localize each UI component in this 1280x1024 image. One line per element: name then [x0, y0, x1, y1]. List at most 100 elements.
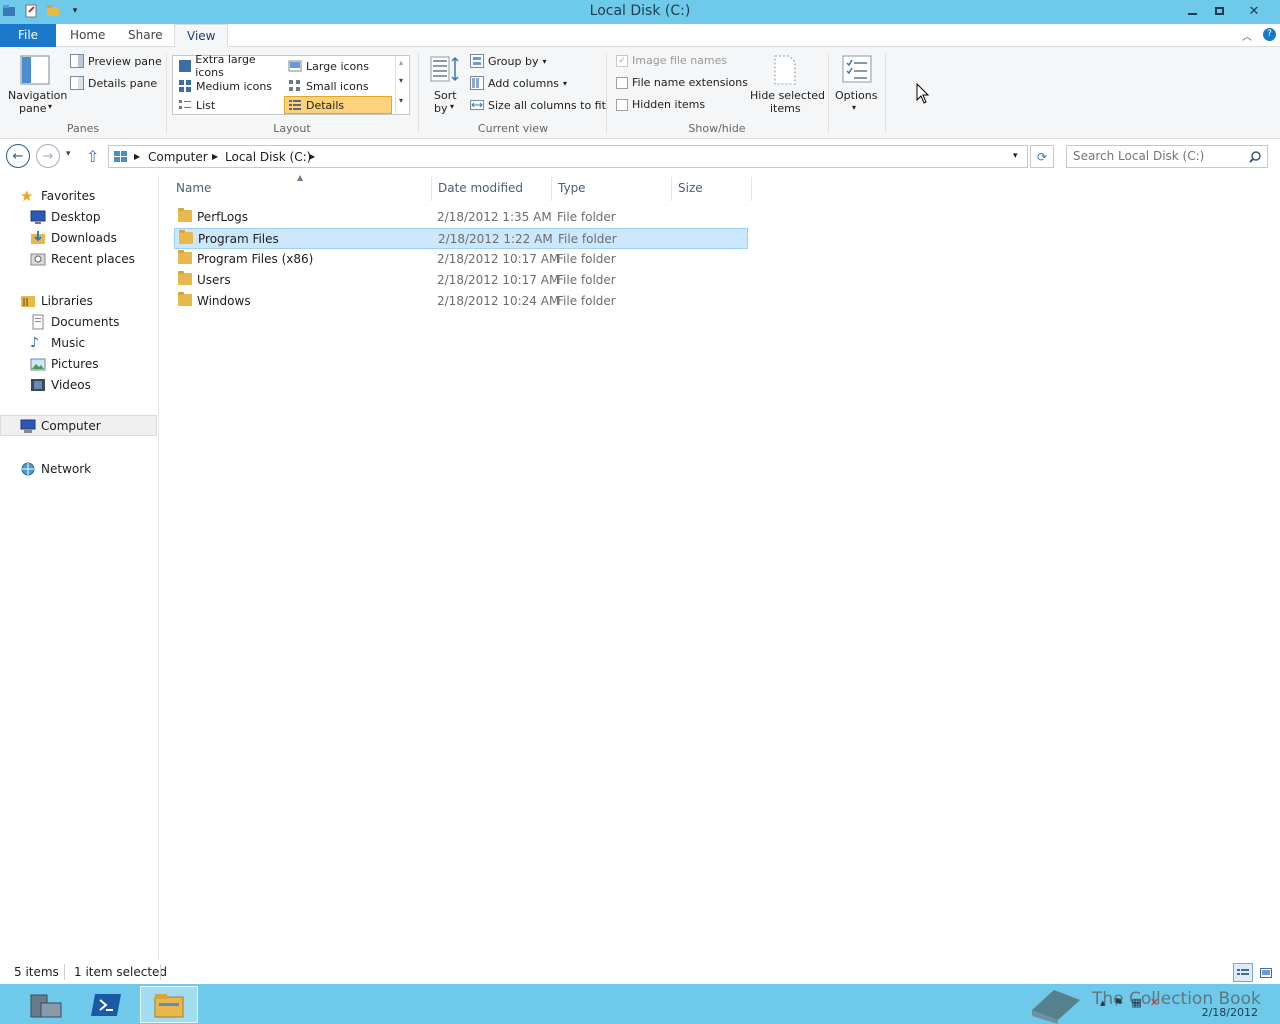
address-dropdown-chevron-icon[interactable]: ▾: [1013, 151, 1018, 161]
gallery-more-icon[interactable]: ▾: [399, 96, 403, 105]
minimize-ribbon-chevron-icon[interactable]: ︿: [1242, 28, 1252, 43]
details-pane-icon: [70, 76, 84, 90]
layout-gallery-scroll[interactable]: ▴ ▾ ▾: [395, 56, 409, 114]
image-file-names-checkbox: ✓ Image file names: [616, 54, 727, 67]
nav-item-libraries[interactable]: Libraries: [0, 290, 157, 311]
tab-share[interactable]: Share: [116, 24, 175, 47]
breadcrumb-computer[interactable]: Computer: [148, 150, 208, 164]
nav-item-recent-places[interactable]: Recent places: [0, 248, 157, 269]
refresh-icon: ⟳: [1036, 149, 1048, 164]
details-icon: [289, 100, 301, 110]
breadcrumb-chevron-icon[interactable]: ▶: [212, 152, 218, 161]
file-name: Windows: [197, 294, 251, 308]
close-button[interactable]: ✕: [1234, 0, 1274, 22]
search-box[interactable]: [1066, 145, 1268, 168]
scroll-up-icon[interactable]: ▴: [399, 58, 403, 67]
layout-extra-large-icons[interactable]: Extra large icons: [175, 53, 283, 79]
ribbon-tabs: File Home Share View ︿ ?: [0, 24, 1280, 47]
ribbon-separator: [166, 53, 167, 133]
recent-locations-chevron-icon[interactable]: ▾: [66, 149, 71, 159]
computer-icon: [20, 419, 36, 433]
tab-file[interactable]: File: [0, 24, 56, 47]
large-icons-view-button[interactable]: [1256, 963, 1276, 982]
ribbon-separator: [828, 53, 829, 133]
breadcrumb-chevron-icon[interactable]: ▶: [309, 152, 315, 161]
item-count: 5 items: [14, 965, 59, 979]
restore-button[interactable]: [1205, 0, 1233, 22]
status-divider: [160, 964, 161, 980]
scroll-down-icon[interactable]: ▾: [399, 76, 403, 85]
minimize-button[interactable]: [1178, 0, 1206, 22]
details-view-button[interactable]: [1233, 963, 1253, 982]
file-date: 2/18/2012 10:17 AM: [437, 273, 560, 287]
status-divider: [64, 964, 65, 980]
file-type: File folder: [557, 294, 616, 308]
file-name-extensions-check-icon: [616, 76, 628, 89]
file-name-extensions-checkbox[interactable]: File name extensions: [616, 76, 748, 89]
pictures-icon: [30, 358, 46, 370]
options-button[interactable]: Options ▾: [834, 53, 880, 117]
nav-item-music[interactable]: ♪ Music: [0, 332, 157, 353]
action-center-flag-icon[interactable]: ⚑: [1114, 996, 1124, 1009]
computer-location-icon: [114, 151, 127, 162]
up-arrow-icon[interactable]: ⇧: [86, 147, 99, 166]
search-input[interactable]: [1073, 149, 1243, 163]
help-icon[interactable]: ?: [1263, 28, 1276, 41]
options-chevron-icon: ▾: [852, 103, 857, 112]
address-bar[interactable]: ▶ Computer ▶ Local Disk (C:) ▶ ▾: [108, 145, 1028, 168]
tray-date[interactable]: 2/18/2012: [1202, 1006, 1258, 1019]
column-header-size[interactable]: Size: [672, 177, 752, 201]
tab-home[interactable]: Home: [58, 24, 117, 47]
file-name: Program Files: [198, 232, 279, 246]
powershell-taskbar-button[interactable]: [78, 986, 136, 1023]
sort-by-button[interactable]: Sort by ▾: [428, 53, 462, 117]
forward-button[interactable]: →: [36, 144, 60, 168]
file-row-users[interactable]: Users 2/18/2012 10:17 AM File folder: [174, 270, 748, 291]
layout-medium-icons[interactable]: Medium icons: [175, 77, 283, 95]
file-row-program-files-x86[interactable]: Program Files (x86) 2/18/2012 10:17 AM F…: [174, 249, 748, 270]
refresh-button[interactable]: ⟳: [1030, 145, 1054, 168]
network-tray-icon[interactable]: ▦: [1131, 996, 1141, 1009]
file-row-windows[interactable]: Windows 2/18/2012 10:24 AM File folder: [174, 291, 748, 312]
window-title: Local Disk (C:): [589, 3, 691, 19]
column-header-date-modified[interactable]: Date modified: [432, 177, 552, 201]
size-all-columns-button[interactable]: Size all columns to fit: [470, 98, 606, 112]
layout-details[interactable]: Details: [284, 96, 392, 114]
file-row-perflogs[interactable]: PerfLogs 2/18/2012 1:35 AM File folder: [174, 207, 748, 228]
nav-item-desktop[interactable]: Desktop: [0, 206, 157, 227]
details-pane-button[interactable]: Details pane: [70, 76, 157, 90]
nav-item-favorites[interactable]: ★ Favorites: [0, 185, 157, 206]
column-header-name[interactable]: Name: [170, 177, 432, 201]
nav-item-videos[interactable]: Videos: [0, 374, 157, 395]
file-row-program-files[interactable]: Program Files 2/18/2012 1:22 AM File fol…: [174, 228, 748, 249]
breadcrumb-local-disk[interactable]: Local Disk (C:): [225, 150, 311, 164]
small-icons-icon: [289, 80, 300, 91]
navigation-pane-button[interactable]: Navigation pane ▾: [8, 53, 67, 115]
back-button[interactable]: ←: [6, 144, 30, 168]
tab-view[interactable]: View: [174, 24, 229, 47]
search-icon: [1249, 151, 1261, 163]
breadcrumb-chevron-icon[interactable]: ▶: [134, 152, 140, 161]
hide-selected-items-icon: [774, 55, 796, 85]
nav-item-pictures[interactable]: Pictures: [0, 353, 157, 374]
group-by-button[interactable]: Group by ▾: [470, 54, 547, 68]
server-manager-taskbar-button[interactable]: [16, 986, 74, 1023]
volume-muted-icon[interactable]: ✕: [1150, 996, 1159, 1009]
hidden-items-checkbox[interactable]: Hidden items: [616, 98, 705, 111]
column-header-type[interactable]: Type: [552, 177, 672, 201]
hide-selected-items-button[interactable]: Hide selected items: [748, 53, 825, 117]
file-explorer-taskbar-button[interactable]: [140, 986, 198, 1023]
show-hidden-icons-icon[interactable]: ▴: [1100, 996, 1106, 1009]
selection-count: 1 item selected: [74, 965, 168, 979]
layout-list[interactable]: List: [175, 96, 283, 114]
nav-item-downloads[interactable]: Downloads: [0, 227, 157, 248]
nav-item-computer[interactable]: Computer: [0, 415, 157, 436]
file-date: 2/18/2012 1:35 AM: [437, 210, 552, 224]
preview-pane-button[interactable]: Preview pane: [70, 54, 162, 68]
nav-item-documents[interactable]: Documents: [0, 311, 157, 332]
add-columns-button[interactable]: Add columns ▾: [470, 76, 567, 90]
layout-large-icons[interactable]: Large icons: [285, 57, 391, 75]
large-icons-view-icon: [1260, 967, 1272, 978]
layout-small-icons[interactable]: Small icons: [285, 77, 391, 95]
nav-item-network[interactable]: Network: [0, 458, 157, 479]
